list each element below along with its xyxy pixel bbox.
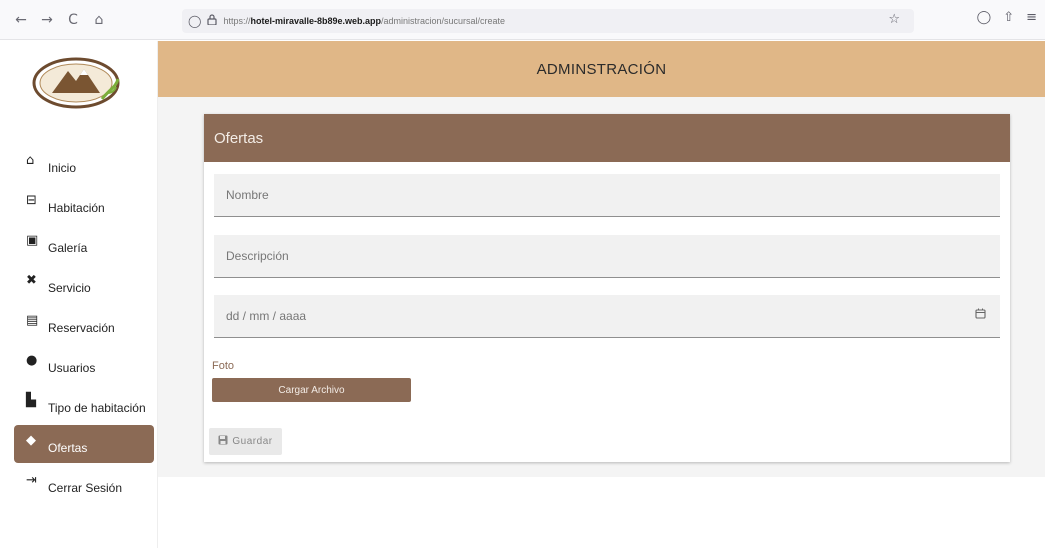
date-field[interactable]: dd / mm / aaaa — [214, 295, 1000, 338]
browser-nav: ← → C ⌂ — [10, 9, 110, 31]
sidebar-item-label: Inicio — [48, 161, 77, 175]
descripcion-field[interactable]: Descripción — [214, 235, 1000, 278]
sidebar-item-usuarios[interactable]: ● Usuarios — [14, 344, 154, 384]
sidebar-item-label: Cerrar Sesión — [48, 481, 123, 495]
calendar-icon[interactable] — [975, 308, 986, 322]
user-circle-icon: ● — [26, 352, 38, 368]
sidebar-item-label: Usuarios — [48, 361, 96, 375]
page-title: ADMINSTRACIÓN — [536, 60, 667, 78]
sidebar-item-label: Servicio — [48, 281, 91, 295]
foto-label: Foto — [212, 360, 235, 372]
bookmark-star-icon[interactable]: ☆ — [888, 12, 900, 27]
url-prefix: https:// — [223, 16, 251, 26]
sidebar-item-galeria[interactable]: ▣ Galería — [14, 224, 154, 264]
nombre-placeholder: Nombre — [226, 188, 269, 202]
sidebar-item-label: Galería — [48, 241, 88, 255]
back-icon[interactable]: ← — [10, 9, 32, 31]
floppy-disk-icon — [218, 435, 228, 448]
tag-icon: ◆ — [26, 432, 36, 448]
home-icon[interactable]: ⌂ — [88, 9, 110, 31]
page-header: ADMINSTRACIÓN — [158, 41, 1045, 97]
pocket-icon[interactable]: ◯ — [977, 10, 992, 25]
upload-file-button[interactable]: Cargar Archivo — [212, 378, 411, 402]
menu-icon[interactable]: ≡ — [1026, 10, 1037, 25]
image-icon: ▣ — [26, 232, 39, 248]
url-path: /administracion/sucursal/create — [381, 16, 506, 26]
sidebar-item-label: Reservación — [48, 321, 115, 335]
descripcion-placeholder: Descripción — [226, 249, 289, 263]
tools-icon: ✖ — [26, 272, 37, 288]
sidebar: ⌂ Inicio ⊟ Habitación ▣ Galería ✖ Servic… — [0, 41, 158, 548]
file-settings-icon: ▙ — [26, 392, 36, 408]
sidebar-item-habitacion[interactable]: ⊟ Habitación — [14, 184, 154, 224]
extensions-icon[interactable]: ⇧ — [1003, 10, 1014, 25]
browser-right-icons: ◯ ⇧ ≡ — [977, 10, 1037, 25]
logout-icon: ⇥ — [26, 472, 37, 488]
sidebar-item-tipo-habitacion[interactable]: ▙ Tipo de habitación — [14, 384, 154, 424]
nombre-field[interactable]: Nombre — [214, 174, 1000, 217]
sidebar-item-label: Habitación — [48, 201, 105, 215]
lock-icon — [207, 14, 218, 28]
upload-file-label: Cargar Archivo — [278, 384, 345, 396]
browser-toolbar: ← → C ⌂ ◯ https://hotel-miravalle-8b89e.… — [0, 0, 1045, 40]
sidebar-item-servicio[interactable]: ✖ Servicio — [14, 264, 154, 304]
sidebar-item-label: Tipo de habitación — [48, 401, 146, 415]
sidebar-item-inicio[interactable]: ⌂ Inicio — [14, 144, 154, 184]
card-header: Ofertas — [204, 114, 1010, 162]
sidebar-item-ofertas[interactable]: ◆ Ofertas — [14, 425, 154, 463]
url-host: hotel-miravalle-8b89e.web.app — [250, 16, 381, 26]
bed-icon: ⊟ — [26, 192, 37, 208]
clipboard-icon: ▤ — [26, 312, 39, 328]
shield-icon: ◯ — [188, 14, 202, 28]
save-label: Guardar — [232, 436, 273, 447]
date-placeholder: dd / mm / aaaa — [226, 309, 307, 323]
card-title: Ofertas — [214, 129, 264, 147]
forward-icon[interactable]: → — [36, 9, 58, 31]
offer-form-card: Ofertas Nombre Descripción dd / mm / aaa… — [204, 114, 1010, 462]
reload-icon[interactable]: C — [62, 9, 84, 31]
address-bar[interactable]: ◯ https://hotel-miravalle-8b89e.web.app /… — [182, 9, 914, 33]
hotel-logo[interactable] — [30, 53, 122, 113]
sidebar-menu: ⌂ Inicio ⊟ Habitación ▣ Galería ✖ Servic… — [14, 144, 154, 504]
sidebar-item-label: Ofertas — [48, 441, 88, 455]
save-button[interactable]: Guardar — [209, 428, 282, 455]
home-icon: ⌂ — [26, 152, 35, 168]
sidebar-item-cerrar-sesion[interactable]: ⇥ Cerrar Sesión — [14, 464, 154, 504]
sidebar-item-reservacion[interactable]: ▤ Reservación — [14, 304, 154, 344]
